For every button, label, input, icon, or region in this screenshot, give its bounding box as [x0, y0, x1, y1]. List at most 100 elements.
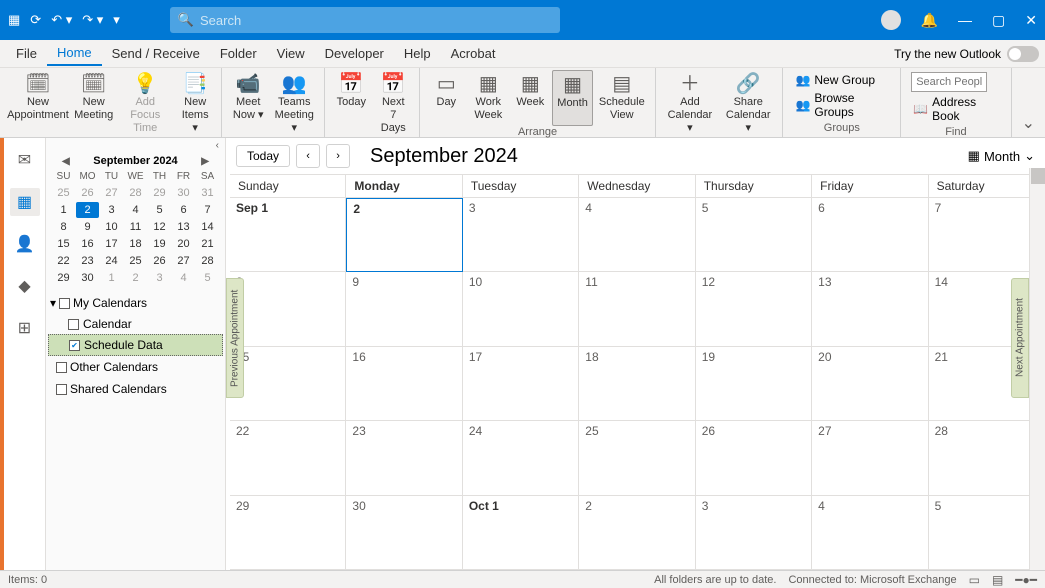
calendar-cell[interactable]: 4: [812, 496, 928, 570]
sidebar-collapse[interactable]: ‹: [46, 140, 225, 151]
mini-cal-day[interactable]: 30: [172, 185, 195, 201]
calendar-cell[interactable]: 19: [696, 347, 812, 421]
calendar-checkbox[interactable]: [69, 340, 80, 351]
undo-icon[interactable]: ↶ ▾: [51, 12, 72, 28]
mini-cal-day[interactable]: 16: [76, 236, 99, 252]
avatar[interactable]: [881, 10, 901, 30]
mini-cal-day[interactable]: 12: [148, 219, 171, 235]
mini-cal-day[interactable]: 28: [196, 253, 219, 269]
tab-view[interactable]: View: [267, 42, 315, 65]
mini-cal-day[interactable]: 26: [148, 253, 171, 269]
mini-cal-day[interactable]: 2: [124, 270, 147, 286]
sync-icon[interactable]: ⟳: [30, 12, 41, 28]
other-calendars-header[interactable]: Other Calendars: [48, 356, 223, 378]
mini-cal-day[interactable]: 24: [100, 253, 123, 269]
calendar-cell[interactable]: 22: [230, 421, 346, 495]
calendar-cell[interactable]: 26: [696, 421, 812, 495]
calendar-cell[interactable]: 12: [696, 272, 812, 346]
mini-cal-day[interactable]: 21: [196, 236, 219, 252]
new-meeting-button[interactable]: 🗓 NewMeeting: [72, 70, 115, 124]
calendar-cell[interactable]: 3: [696, 496, 812, 570]
mini-cal-day[interactable]: 17: [100, 236, 123, 252]
shared-calendars-checkbox[interactable]: [56, 384, 67, 395]
mini-cal-day[interactable]: 22: [52, 253, 75, 269]
calendar-checkbox[interactable]: [68, 319, 79, 330]
calendar-cell[interactable]: 6: [812, 198, 928, 272]
mini-cal-day[interactable]: 29: [148, 185, 171, 201]
mini-cal-day[interactable]: 13: [172, 219, 195, 235]
calendar-cell[interactable]: 27: [812, 421, 928, 495]
calendar-cell[interactable]: 25: [579, 421, 695, 495]
mini-cal-day[interactable]: 7: [196, 202, 219, 218]
zoom-slider[interactable]: ━●━: [1015, 573, 1037, 587]
mini-cal-day[interactable]: 20: [172, 236, 195, 252]
mini-cal-day[interactable]: 14: [196, 219, 219, 235]
calendar-cell[interactable]: 8: [230, 272, 346, 346]
rail-calendar[interactable]: ▦: [10, 188, 40, 216]
today-button[interactable]: 📅 Today: [331, 70, 371, 124]
mini-cal-day[interactable]: 6: [172, 202, 195, 218]
rail-people[interactable]: 👤: [10, 230, 40, 258]
view-normal-icon[interactable]: ▭: [969, 573, 980, 587]
next-7-days-button[interactable]: 📅 Next7 Days: [373, 70, 413, 138]
mini-cal-day[interactable]: 28: [124, 185, 147, 201]
mini-cal-day[interactable]: 30: [76, 270, 99, 286]
other-calendars-checkbox[interactable]: [56, 362, 67, 373]
add-calendar-button[interactable]: ＋ AddCalendar ▾: [662, 70, 718, 138]
mini-cal-day[interactable]: 2: [76, 202, 99, 218]
rail-tasks[interactable]: ◆: [10, 272, 40, 300]
mini-cal-prev[interactable]: ◀: [62, 156, 70, 167]
today-nav-button[interactable]: Today: [236, 145, 290, 167]
tab-acrobat[interactable]: Acrobat: [441, 42, 506, 65]
tab-file[interactable]: File: [6, 42, 47, 65]
mini-cal-day[interactable]: 1: [52, 202, 75, 218]
calendar-cell[interactable]: 24: [463, 421, 579, 495]
search-people-input[interactable]: [911, 72, 987, 92]
calendar-cell[interactable]: 7: [929, 198, 1045, 272]
outlook-icon[interactable]: ▦: [8, 12, 20, 28]
view-reading-icon[interactable]: ▤: [992, 573, 1003, 587]
work-week-button[interactable]: ▦ WorkWeek: [468, 70, 508, 124]
calendar-cell[interactable]: 5: [696, 198, 812, 272]
calendar-cell[interactable]: 17: [463, 347, 579, 421]
mini-cal-day[interactable]: 8: [52, 219, 75, 235]
mini-cal-day[interactable]: 25: [124, 253, 147, 269]
mini-cal-day[interactable]: 23: [76, 253, 99, 269]
share-calendar-button[interactable]: 🔗 ShareCalendar ▾: [720, 70, 776, 138]
mini-cal-day[interactable]: 15: [52, 236, 75, 252]
calendar-cell[interactable]: Oct 1: [463, 496, 579, 570]
schedule-view-button[interactable]: ▤ ScheduleView: [595, 70, 649, 124]
mini-cal-day[interactable]: 29: [52, 270, 75, 286]
address-book-button[interactable]: 📖Address Book: [911, 94, 1000, 124]
mini-cal-day[interactable]: 4: [172, 270, 195, 286]
search-input[interactable]: [200, 13, 552, 28]
tab-help[interactable]: Help: [394, 42, 441, 65]
view-selector[interactable]: ▦ Month ⌄: [968, 148, 1035, 164]
calendar-cell[interactable]: 13: [812, 272, 928, 346]
tab-developer[interactable]: Developer: [315, 42, 394, 65]
browse-groups-button[interactable]: 👥Browse Groups: [793, 90, 890, 120]
search-box[interactable]: 🔍: [170, 7, 560, 33]
mini-cal-day[interactable]: 3: [100, 202, 123, 218]
qat-dropdown-icon[interactable]: ▾: [113, 12, 120, 28]
rail-mail[interactable]: ✉: [10, 146, 40, 174]
teams-meeting-button[interactable]: 👥 TeamsMeeting ▾: [270, 70, 318, 138]
calendar-cell[interactable]: 10: [463, 272, 579, 346]
mini-cal-day[interactable]: 27: [100, 185, 123, 201]
maximize-icon[interactable]: ▢: [992, 12, 1005, 29]
mini-cal-day[interactable]: 1: [100, 270, 123, 286]
mini-cal-day[interactable]: 3: [148, 270, 171, 286]
bell-icon[interactable]: 🔔: [921, 12, 938, 29]
meet-now-button[interactable]: 📹 MeetNow ▾: [228, 70, 268, 124]
mini-cal-next[interactable]: ▶: [201, 156, 209, 167]
mini-cal-day[interactable]: 4: [124, 202, 147, 218]
calendar-cell[interactable]: 30: [346, 496, 462, 570]
calendar-cell[interactable]: 29: [230, 496, 346, 570]
ribbon-collapse-button[interactable]: ⌄: [1012, 109, 1045, 137]
calendar-cell[interactable]: 15: [230, 347, 346, 421]
calendar-cell[interactable]: 23: [346, 421, 462, 495]
shared-calendars-header[interactable]: Shared Calendars: [48, 378, 223, 400]
mini-cal-day[interactable]: 27: [172, 253, 195, 269]
calendar-list-item[interactable]: Schedule Data: [48, 334, 223, 356]
mini-cal-day[interactable]: 5: [196, 270, 219, 286]
